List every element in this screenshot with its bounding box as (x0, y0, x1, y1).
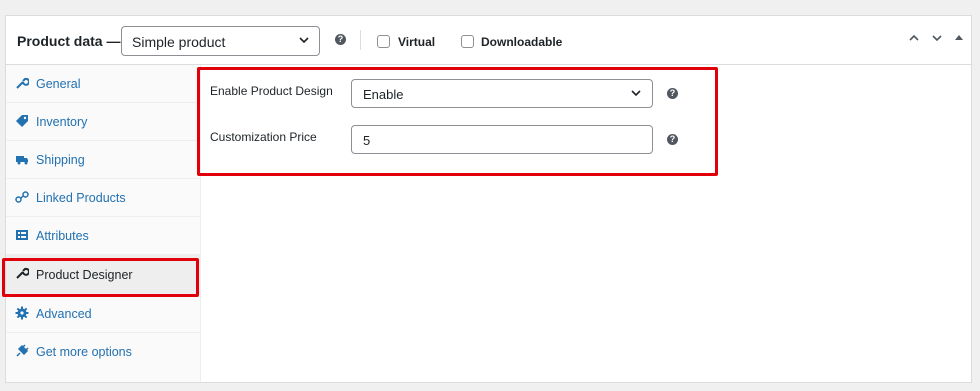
tab-linked-products[interactable]: Linked Products (6, 179, 200, 217)
tab-label: Advanced (36, 307, 92, 321)
list-icon (15, 228, 29, 242)
tab-label: Get more options (36, 345, 132, 359)
product-type-value: Simple product (132, 34, 226, 50)
downloadable-label: Downloadable (481, 35, 563, 49)
wrench-icon (15, 76, 29, 90)
product-data-tabs: General Inventory Shipping Linked Produc… (6, 65, 201, 382)
virtual-label: Virtual (398, 35, 436, 49)
tab-general[interactable]: General (6, 65, 200, 103)
virtual-checkbox[interactable] (377, 35, 390, 48)
chevron-down-icon (297, 33, 311, 47)
tab-inventory[interactable]: Inventory (6, 103, 200, 141)
tab-advanced[interactable]: Advanced (6, 295, 200, 333)
product-type-select[interactable]: Simple product (121, 26, 320, 56)
tab-get-more-options[interactable]: Get more options (6, 333, 200, 371)
plugin-icon (15, 344, 29, 358)
collapse-toggle-icon[interactable] (954, 32, 964, 44)
divider (360, 30, 361, 50)
link-icon (15, 190, 29, 204)
downloadable-checkbox[interactable] (461, 35, 474, 48)
tab-label: Attributes (36, 229, 89, 243)
tab-attributes[interactable]: Attributes (6, 217, 200, 255)
move-down-icon[interactable] (931, 32, 943, 44)
help-icon[interactable]: ? (335, 34, 346, 45)
panel-title: Product data — (17, 33, 121, 49)
tag-icon (15, 114, 29, 128)
tab-label: Linked Products (36, 191, 126, 205)
tab-label: Shipping (36, 153, 85, 167)
tab-label: General (36, 77, 81, 91)
highlight-box-tab (2, 258, 199, 297)
truck-icon (15, 152, 29, 166)
tab-shipping[interactable]: Shipping (6, 141, 200, 179)
highlight-box-fields (197, 67, 718, 176)
gear-icon (15, 306, 29, 320)
product-data-header: Product data — Simple product ? Virtual … (6, 16, 971, 65)
tab-label: Inventory (36, 115, 88, 129)
move-up-icon[interactable] (908, 32, 920, 44)
